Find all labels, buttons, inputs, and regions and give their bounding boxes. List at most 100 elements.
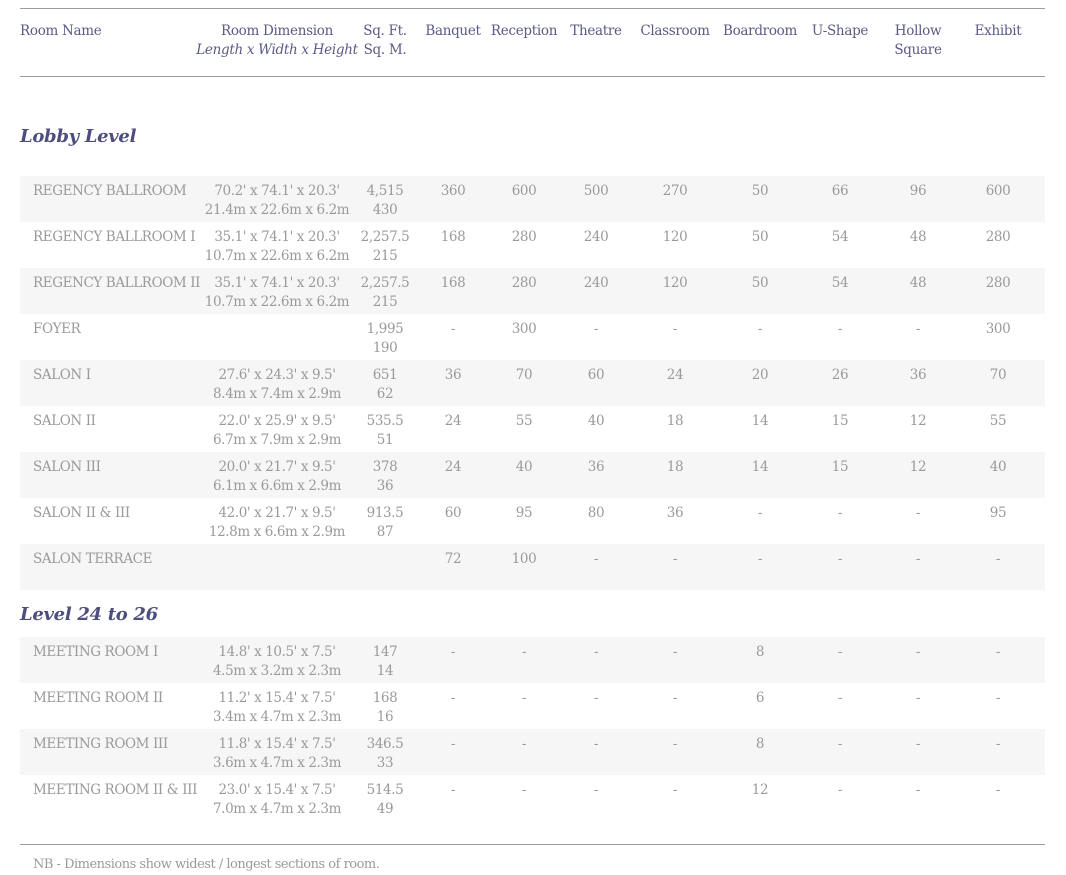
- capacity-exhibit: -: [995, 551, 1001, 567]
- area-sqm: 62: [376, 386, 394, 402]
- dimension-metres: 3.4m x 4.7m x 2.3m: [212, 709, 341, 725]
- capacity-reception: 100: [511, 551, 537, 567]
- header-room-name: Room Name: [20, 23, 102, 39]
- area-sqm: 14: [376, 663, 394, 679]
- area-sqm: 190: [372, 340, 398, 356]
- capacity-theatre: 80: [587, 505, 605, 521]
- capacity-reception: 40: [515, 459, 533, 475]
- capacity-boardroom: 20: [751, 367, 769, 383]
- table-row: SALON II 22.0' x 25.9' x 9.5' 6.7m x 7.9m …: [20, 406, 1045, 452]
- capacity-banquet: 168: [440, 275, 466, 291]
- capacity-theatre: -: [593, 551, 599, 567]
- capacity-banquet: 72: [444, 551, 462, 567]
- capacity-boardroom: -: [757, 551, 763, 567]
- capacity-reception: 280: [511, 229, 537, 245]
- dimension-metres: 6.7m x 7.9m x 2.9m: [212, 432, 341, 448]
- dimension-metres: 3.6m x 4.7m x 2.3m: [212, 755, 341, 771]
- capacity-classroom: 120: [662, 275, 688, 291]
- area-sqft: 346.5: [366, 736, 404, 752]
- area-sqft: 147: [372, 644, 398, 660]
- dimension-metres: 10.7m x 22.6m x 6.2m: [204, 248, 350, 264]
- room-area: 378 36: [358, 458, 412, 496]
- capacity-boardroom: -: [757, 505, 763, 521]
- room-name: SALON TERRACE: [33, 551, 153, 567]
- dimension-feet: 20.0' x 21.7' x 9.5': [218, 459, 336, 475]
- capacity-exhibit: 300: [985, 321, 1011, 337]
- room-area: 168 16: [358, 689, 412, 727]
- capacity-hollow: -: [915, 736, 921, 752]
- capacity-classroom: 120: [662, 229, 688, 245]
- capacity-boardroom: 50: [751, 275, 769, 291]
- dimension-metres: 21.4m x 22.6m x 6.2m: [204, 202, 350, 218]
- capacity-classroom: 24: [666, 367, 684, 383]
- capacity-boardroom: 8: [755, 736, 765, 752]
- dimension-feet: 70.2' x 74.1' x 20.3': [214, 183, 340, 199]
- capacity-banquet: 360: [440, 183, 466, 199]
- capacity-theatre: 40: [587, 413, 605, 429]
- capacity-hollow: 12: [909, 413, 927, 429]
- room-name: SALON II & III: [33, 505, 130, 521]
- capacity-reception: 280: [511, 275, 537, 291]
- area-sqm: 36: [376, 478, 394, 494]
- capacity-reception: 300: [511, 321, 537, 337]
- header-classroom: Classroom: [640, 23, 710, 39]
- capacity-banquet: 24: [444, 413, 462, 429]
- capacity-ushape: -: [837, 736, 843, 752]
- capacity-banquet: -: [450, 644, 456, 660]
- area-sqft: 168: [372, 690, 398, 706]
- header-theatre: Theatre: [570, 23, 622, 39]
- capacity-ushape: -: [837, 321, 843, 337]
- room-area: 346.5 33: [358, 735, 412, 773]
- room-dimension: 20.0' x 21.7' x 9.5' 6.1m x 6.6m x 2.9m: [196, 458, 358, 496]
- table-row: REGENCY BALLROOM 70.2' x 74.1' x 20.3' 21.…: [20, 176, 1045, 222]
- area-sqm: 33: [376, 755, 394, 771]
- table-row: SALON I 27.6' x 24.3' x 9.5' 8.4m x 7.4m x…: [20, 360, 1045, 406]
- room-dimension: 27.6' x 24.3' x 9.5' 8.4m x 7.4m x 2.9m: [196, 366, 358, 404]
- capacity-banquet: 60: [444, 505, 462, 521]
- room-name: REGENCY BALLROOM I: [33, 229, 196, 245]
- capacity-boardroom: 12: [751, 782, 769, 798]
- dimension-feet: 35.1' x 74.1' x 20.3': [214, 275, 340, 291]
- room-area: 4,515 430: [358, 182, 412, 220]
- room-dimension: 14.8' x 10.5' x 7.5' 4.5m x 3.2m x 2.3m: [196, 643, 358, 681]
- dimension-metres: 7.0m x 4.7m x 2.3m: [212, 801, 341, 817]
- capacity-classroom: 270: [662, 183, 688, 199]
- capacity-ushape: 54: [831, 229, 849, 245]
- capacity-exhibit: 70: [989, 367, 1007, 383]
- capacity-reception: -: [521, 736, 527, 752]
- capacity-ushape: -: [837, 505, 843, 521]
- area-sqm: 49: [376, 801, 394, 817]
- header-u-shape: U-Shape: [811, 23, 869, 39]
- capacity-ushape: 15: [831, 459, 849, 475]
- area-sqft: 4,515: [366, 183, 404, 199]
- capacity-exhibit: 600: [985, 183, 1011, 199]
- capacity-boardroom: 6: [755, 690, 765, 706]
- room-dimension: 11.2' x 15.4' x 7.5' 3.4m x 4.7m x 2.3m: [196, 689, 358, 727]
- capacity-theatre: -: [593, 321, 599, 337]
- capacity-boardroom: -: [757, 321, 763, 337]
- capacity-hollow: -: [915, 782, 921, 798]
- capacity-boardroom: 50: [751, 183, 769, 199]
- capacity-classroom: 18: [666, 459, 684, 475]
- room-dimension: 42.0' x 21.7' x 9.5' 12.8m x 6.6m x 2.9m: [196, 504, 358, 542]
- capacity-banquet: 36: [444, 367, 462, 383]
- dimension-feet: 23.0' x 15.4' x 7.5': [218, 782, 336, 798]
- capacity-classroom: 36: [666, 505, 684, 521]
- table-row: SALON TERRACE 72 100 - - - - - -: [20, 544, 1045, 590]
- capacity-reception: 55: [515, 413, 533, 429]
- area-sqft: 514.5: [366, 782, 404, 798]
- room-name: MEETING ROOM III: [33, 736, 168, 752]
- room-dimension: 35.1' x 74.1' x 20.3' 10.7m x 22.6m x 6.2…: [196, 228, 358, 266]
- capacity-reception: 600: [511, 183, 537, 199]
- area-sqft: 1,995: [366, 321, 404, 337]
- room-name: SALON III: [33, 459, 101, 475]
- capacity-theatre: 36: [587, 459, 605, 475]
- capacity-reception: 70: [515, 367, 533, 383]
- area-sqft: 2,257.5: [360, 275, 410, 291]
- capacity-classroom: -: [672, 782, 678, 798]
- area-sqft: 535.5: [366, 413, 404, 429]
- capacity-boardroom: 14: [751, 413, 769, 429]
- capacity-banquet: 24: [444, 459, 462, 475]
- capacity-theatre: -: [593, 644, 599, 660]
- section-title: Lobby Level: [20, 126, 137, 147]
